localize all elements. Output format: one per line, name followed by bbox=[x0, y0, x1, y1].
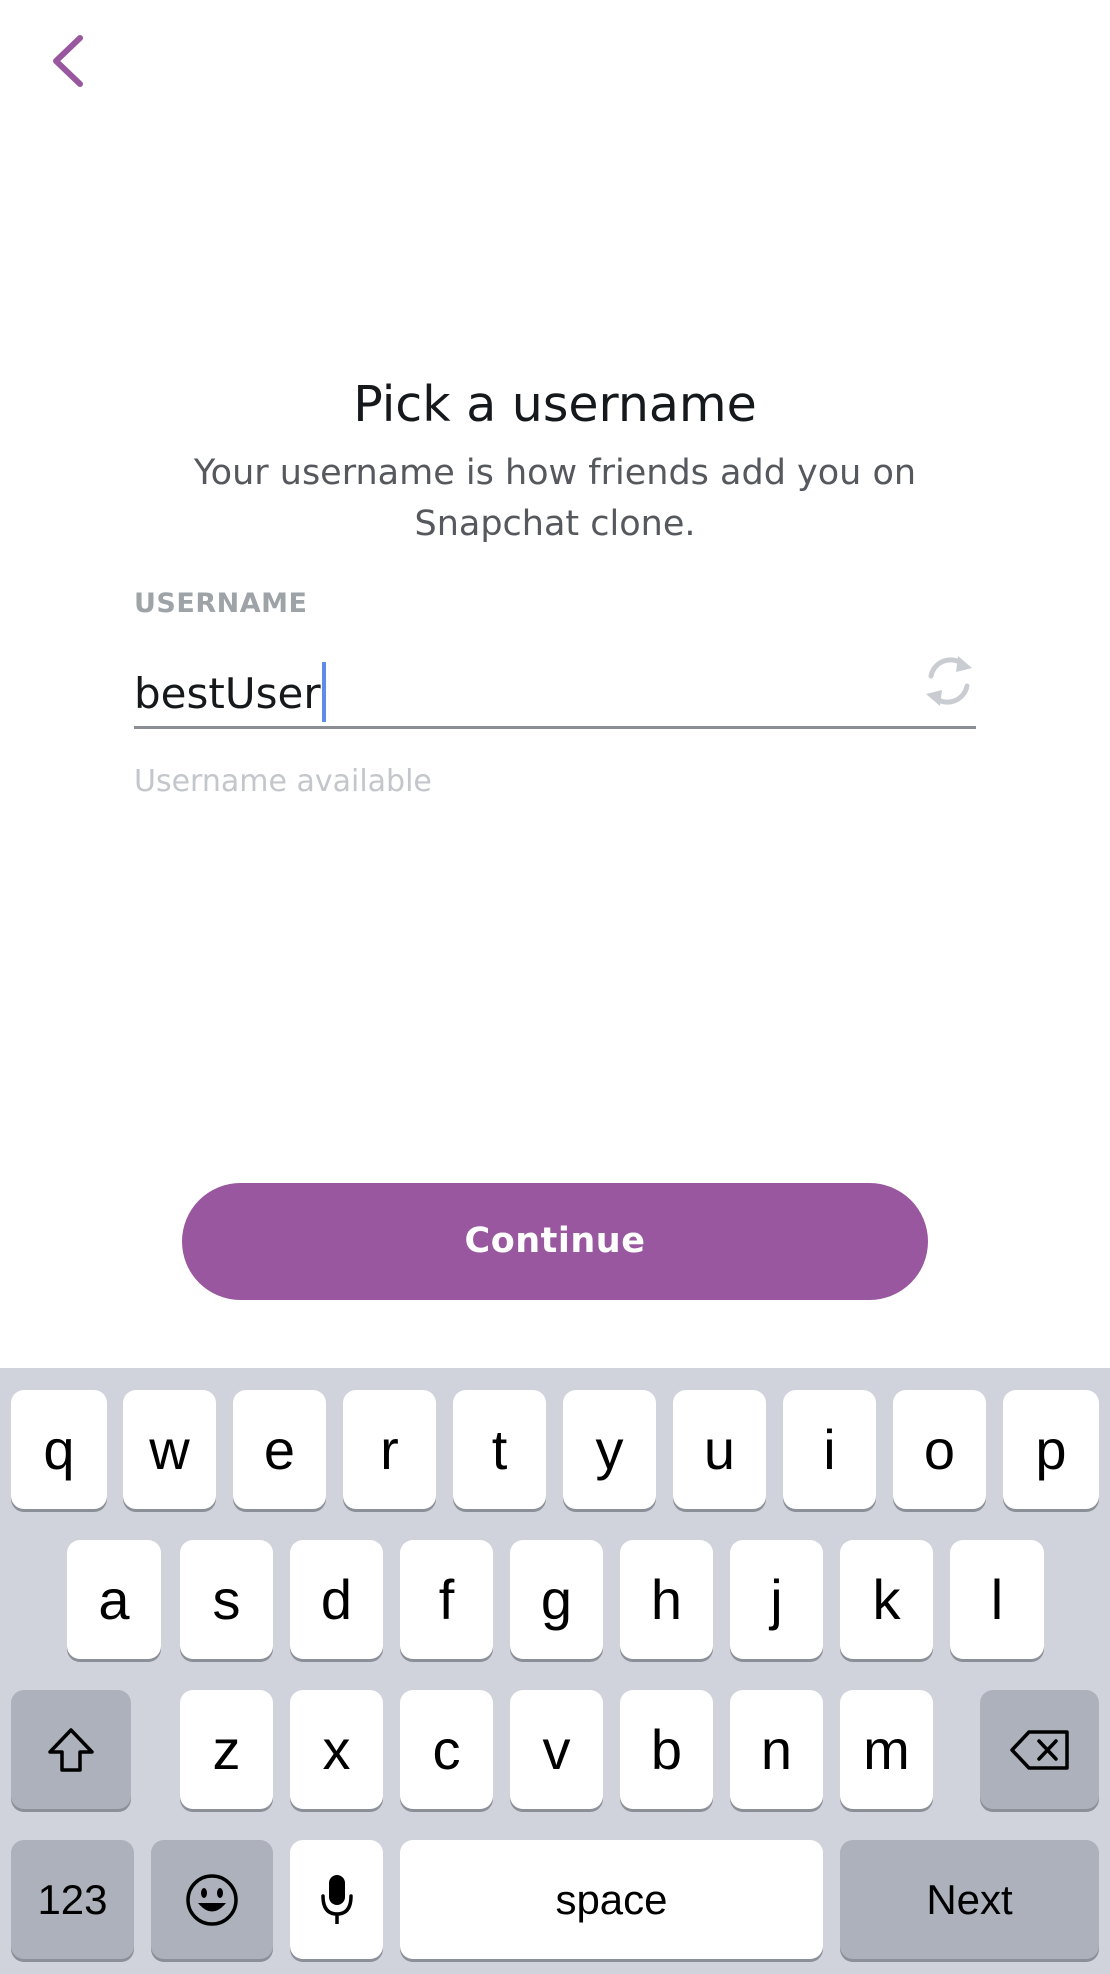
key-t[interactable]: t bbox=[453, 1390, 546, 1509]
continue-button[interactable]: Continue bbox=[182, 1183, 928, 1300]
key-o[interactable]: o bbox=[893, 1390, 986, 1509]
refresh-button[interactable] bbox=[922, 652, 976, 710]
numbers-key-label: 123 bbox=[37, 1875, 108, 1923]
microphone-icon bbox=[320, 1874, 353, 1924]
username-value: bestUser bbox=[134, 669, 321, 718]
key-b[interactable]: b bbox=[620, 1690, 713, 1809]
username-input[interactable]: bestUser bbox=[134, 650, 976, 729]
key-a[interactable]: a bbox=[67, 1540, 161, 1659]
key-k[interactable]: k bbox=[840, 1540, 933, 1659]
page-subtitle: Your username is how friends add you on … bbox=[193, 453, 917, 544]
next-key[interactable]: Next bbox=[840, 1840, 1099, 1959]
key-e[interactable]: e bbox=[233, 1390, 326, 1509]
key-g[interactable]: g bbox=[510, 1540, 603, 1659]
key-r[interactable]: r bbox=[343, 1390, 436, 1509]
back-button[interactable] bbox=[40, 24, 100, 94]
space-key[interactable]: space bbox=[400, 1840, 823, 1959]
space-key-label: space bbox=[555, 1875, 668, 1923]
key-y[interactable]: y bbox=[563, 1390, 656, 1509]
keyboard: q w e r t y u i o p a s d f g h j k l z … bbox=[0, 1368, 1110, 1974]
username-status: Username available bbox=[134, 764, 432, 799]
key-f[interactable]: f bbox=[400, 1540, 493, 1659]
backspace-icon bbox=[1009, 1729, 1069, 1770]
microphone-key[interactable] bbox=[290, 1840, 383, 1959]
key-h[interactable]: h bbox=[620, 1540, 713, 1659]
key-p[interactable]: p bbox=[1003, 1390, 1099, 1509]
username-label: USERNAME bbox=[134, 588, 308, 619]
chevron-left-icon bbox=[53, 35, 83, 87]
key-n[interactable]: n bbox=[730, 1690, 823, 1809]
delete-key[interactable] bbox=[980, 1690, 1099, 1809]
key-s[interactable]: s bbox=[180, 1540, 273, 1659]
numbers-key[interactable]: 123 bbox=[11, 1840, 134, 1959]
key-i[interactable]: i bbox=[783, 1390, 876, 1509]
key-m[interactable]: m bbox=[840, 1690, 933, 1809]
key-w[interactable]: w bbox=[123, 1390, 216, 1509]
key-c[interactable]: c bbox=[400, 1690, 493, 1809]
key-x[interactable]: x bbox=[290, 1690, 383, 1809]
key-l[interactable]: l bbox=[950, 1540, 1044, 1659]
key-d[interactable]: d bbox=[290, 1540, 383, 1659]
page-title: Pick a username bbox=[353, 376, 757, 433]
key-u[interactable]: u bbox=[673, 1390, 766, 1509]
text-caret bbox=[321, 662, 326, 722]
shift-key[interactable] bbox=[11, 1690, 131, 1809]
key-v[interactable]: v bbox=[510, 1690, 603, 1809]
shift-icon bbox=[48, 1727, 94, 1772]
emoji-key[interactable] bbox=[151, 1840, 273, 1959]
key-q[interactable]: q bbox=[11, 1390, 107, 1509]
refresh-icon bbox=[926, 656, 972, 706]
key-j[interactable]: j bbox=[730, 1540, 823, 1659]
next-key-label: Next bbox=[926, 1875, 1013, 1923]
emoji-icon bbox=[186, 1873, 238, 1926]
key-z[interactable]: z bbox=[180, 1690, 273, 1809]
